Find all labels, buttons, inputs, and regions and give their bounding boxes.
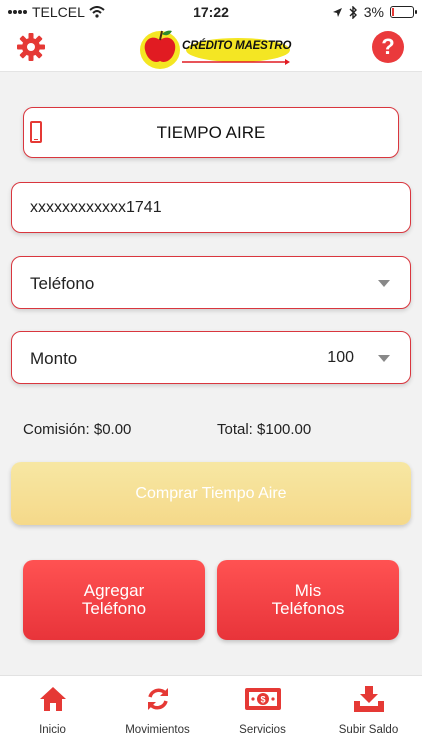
tab-movimientos[interactable]: Movimientos — [105, 676, 210, 750]
product-tiempo-aire[interactable]: TIEMPO AIRE — [23, 107, 399, 158]
chevron-down-icon — [378, 280, 390, 287]
tab-servicios[interactable]: $ Servicios — [210, 676, 315, 750]
my-phones-label-2: Teléfonos — [271, 599, 345, 618]
amount-select[interactable]: Monto 100 — [11, 331, 411, 384]
product-label: TIEMPO AIRE — [156, 123, 266, 142]
commission-text: Comisión: $0.00 — [23, 421, 132, 438]
credito-maestro-logo: CRÉDITO MAESTRO — [138, 26, 294, 70]
amount-value: 100 — [327, 349, 354, 366]
cash-icon: $ — [244, 688, 281, 710]
add-phone-label-1: Agregar — [83, 581, 145, 600]
total-text: Total: $100.00 — [217, 421, 312, 438]
add-phone-label-2: Teléfono — [81, 599, 147, 618]
my-phones-label-1: Mis — [294, 581, 322, 600]
add-phone-button[interactable]: Agregar Teléfono — [23, 560, 205, 640]
logo-text: CRÉDITO MAESTRO — [182, 40, 292, 52]
tab-label: Movimientos — [125, 724, 190, 736]
tab-label: Subir Saldo — [338, 724, 399, 736]
buy-tiempo-aire-button[interactable]: Comprar Tiempo Aire — [11, 462, 411, 525]
account-field[interactable]: xxxxxxxxxxxx1741 — [11, 182, 411, 233]
location-icon — [332, 7, 342, 17]
home-icon — [39, 687, 66, 711]
help-button[interactable]: ? — [372, 31, 404, 63]
download-icon — [353, 686, 384, 712]
account-number: xxxxxxxxxxxx1741 — [30, 199, 162, 216]
tab-subir-saldo[interactable]: Subir Saldo — [315, 676, 422, 750]
tab-inicio[interactable]: Inicio — [0, 676, 105, 750]
my-phones-button[interactable]: Mis Teléfonos — [217, 560, 399, 640]
gear-icon[interactable] — [16, 32, 46, 62]
phone-select[interactable]: Teléfono — [11, 256, 411, 309]
refresh-icon — [147, 688, 168, 710]
phone-select-label: Teléfono — [30, 274, 95, 293]
status-right: 3% — [332, 4, 417, 20]
svg-text:$: $ — [260, 695, 265, 705]
battery-percent: 3% — [363, 4, 384, 20]
status-bar: TELCEL 17:22 3% — [0, 0, 422, 24]
battery-icon — [390, 6, 417, 18]
amount-select-label: Monto — [30, 349, 78, 368]
app-header: CRÉDITO MAESTRO ? — [0, 24, 422, 72]
bottom-tab-bar: Inicio Movimientos $ Servicios Subir Sal… — [0, 675, 422, 750]
tab-label: Inicio — [39, 724, 66, 736]
tab-label: Servicios — [239, 724, 286, 736]
bluetooth-icon — [349, 5, 357, 19]
chevron-down-icon — [378, 355, 390, 362]
